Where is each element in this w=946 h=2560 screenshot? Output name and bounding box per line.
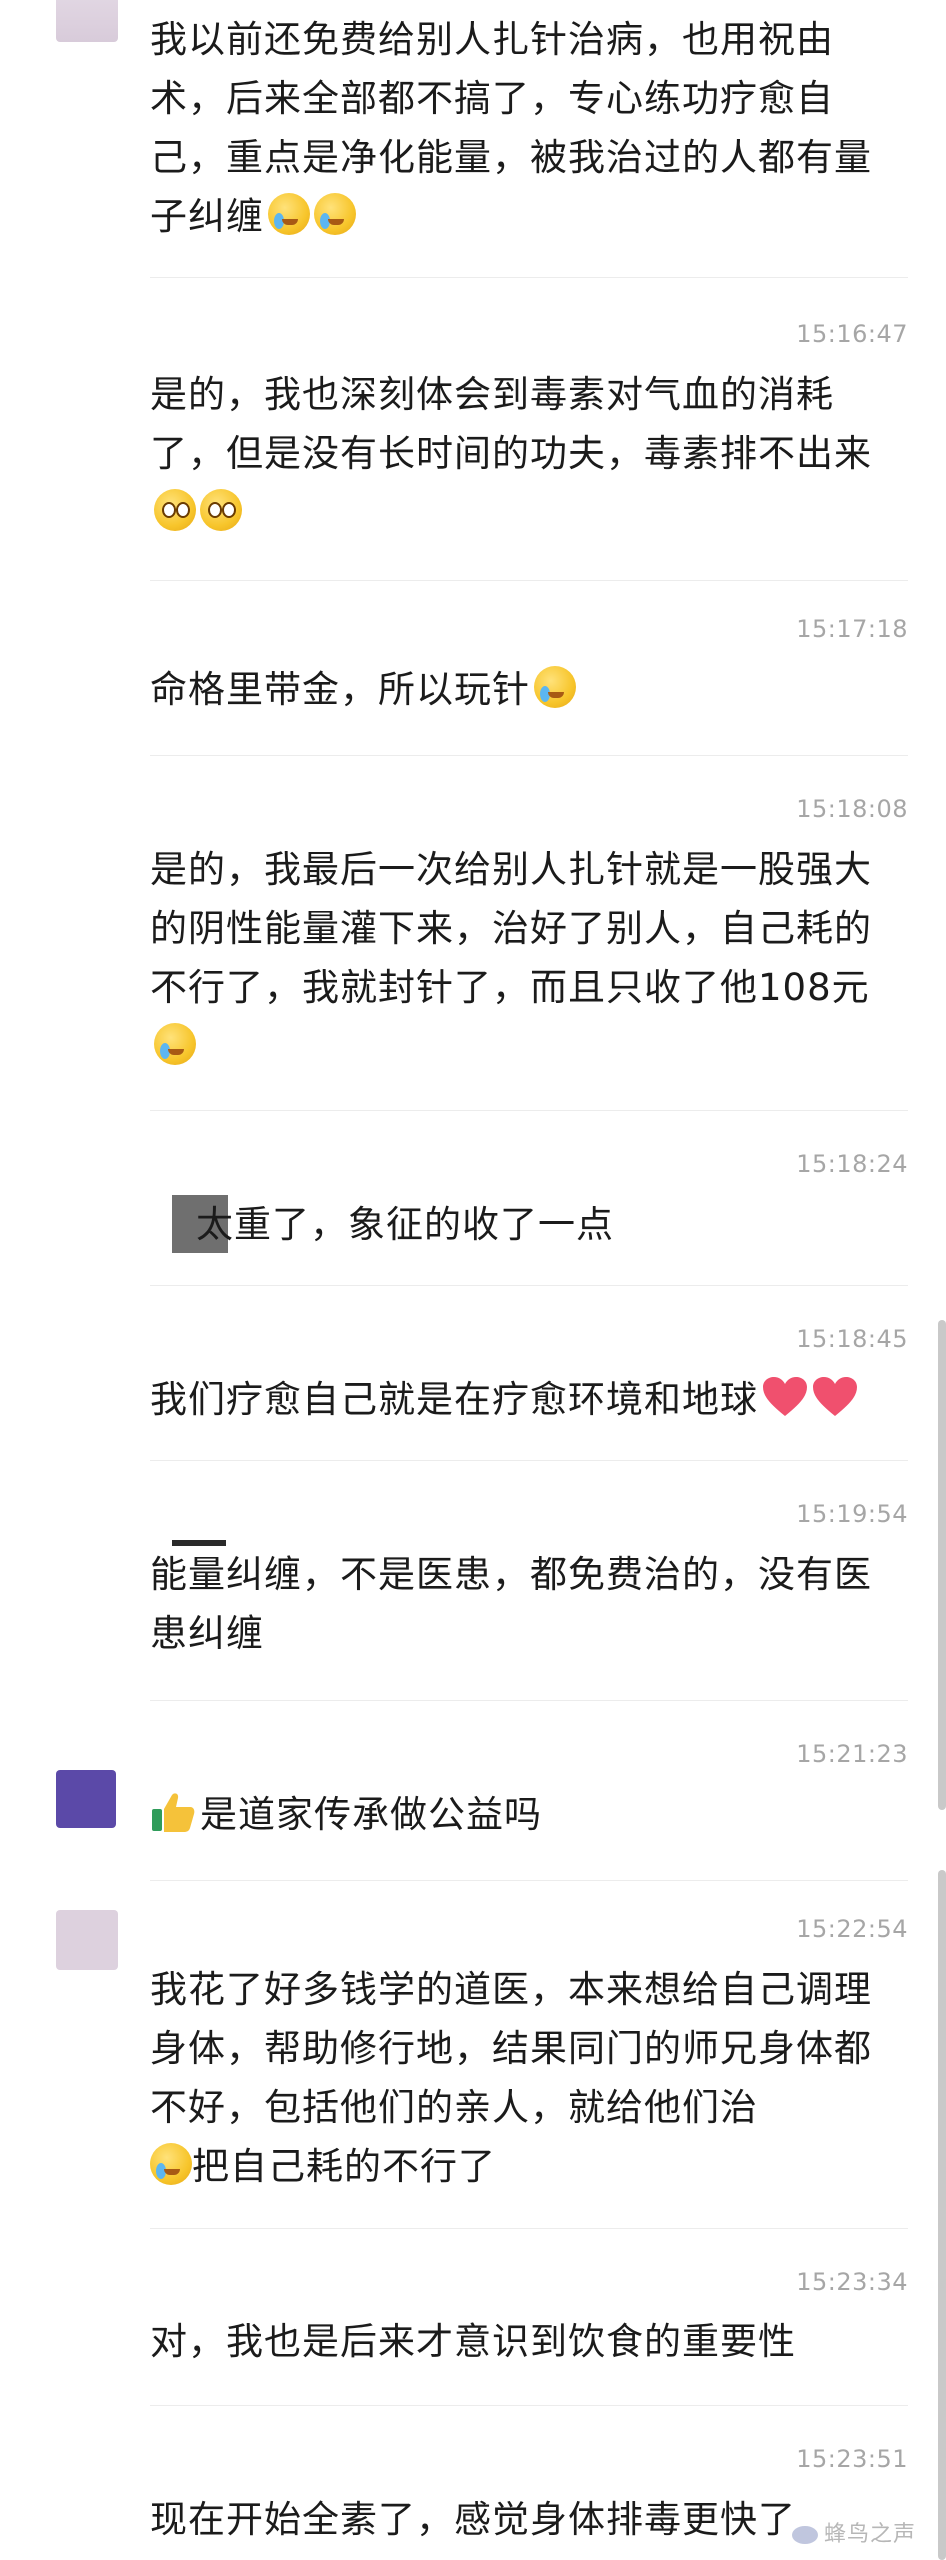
divider [150,1460,908,1461]
message-body: 命格里带金，所以玩针 [150,668,530,711]
message-body: 我以前还免费给别人扎针治病，也用祝由术，后来全部都不搞了，专心练功疗愈自己，重点… [150,18,872,238]
divider [150,2228,908,2229]
divider [150,2405,908,2406]
avatar[interactable] [56,1770,116,1828]
message-text: 是道家传承做公益吗 [150,1785,880,1844]
chat-history[interactable]: 我以前还免费给别人扎针治病，也用祝由术，后来全部都不搞了，专心练功疗愈自己，重点… [0,0,946,2560]
message-text: 对，我也是后来才意识到饮食的重要性 [150,2312,880,2371]
divider [150,1880,908,1881]
message-text: 现在开始全素了，感觉身体排毒更快了 [150,2490,880,2549]
message-text: 我们疗愈自己就是在疗愈环境和地球 [150,1370,880,1429]
loudly-crying-face-icon [314,193,356,235]
message-body: 能量纠缠，不是医患，都免费治的，没有医患纠缠 [150,1553,872,1655]
red-heart-icon [812,1376,858,1418]
message-body-continued: 把自己耗的不行了 [192,2145,496,2188]
message-body: 是的，我最后一次给别人扎针就是一股强大的阴性能量灌下来，治好了别人，自己耗的不行… [150,848,872,1009]
pleading-face-icon [154,489,196,531]
message-timestamp: 15:18:24 [796,1150,908,1178]
message-body: 是的，我也深刻体会到毒素对气血的消耗了，但是没有长时间的功夫，毒素排不出来 [150,373,872,475]
message-timestamp: 15:16:47 [796,320,908,348]
message-timestamp: 15:18:45 [796,1325,908,1353]
watermark-logo-icon [791,2526,818,2544]
message-text: 我花了好多钱学的道医，本来想给自己调理身体，帮助修行地，结果同门的师兄身体都不好… [150,1960,880,2196]
loudly-crying-face-icon [268,193,310,235]
message-body: 我们疗愈自己就是在疗愈环境和地球 [150,1378,758,1421]
divider [150,1700,908,1701]
message-text: 是的，我最后一次给别人扎针就是一股强大的阴性能量灌下来，治好了别人，自己耗的不行… [150,840,880,1076]
avatar[interactable] [56,0,118,42]
message-body: 太重了，象征的收了一点 [196,1203,614,1246]
message-text: 是的，我也深刻体会到毒素对气血的消耗了，但是没有长时间的功夫，毒素排不出来 [150,365,880,542]
loudly-crying-face-icon [150,2143,192,2185]
message-timestamp: 15:18:08 [796,795,908,823]
thumbs-up-icon [150,1791,196,1833]
scrollbar[interactable] [938,1870,946,2560]
scrollbar[interactable] [938,1320,946,1810]
message-body: 现在开始全素了，感觉身体排毒更快了 [150,2498,796,2541]
message-timestamp: 15:22:54 [796,1915,908,1943]
message-text: 我以前还免费给别人扎针治病，也用祝由术，后来全部都不搞了，专心练功疗愈自己，重点… [150,10,880,246]
watermark: 蜂鸟之声 [791,2516,916,2548]
message-timestamp: 15:17:18 [796,615,908,643]
message-text: 能量纠缠，不是医患，都免费治的，没有医患纠缠 [150,1545,880,1663]
divider [150,1110,908,1111]
divider [150,755,908,756]
message-text: 太重了，象征的收了一点 [196,1195,926,1254]
message-timestamp: 15:23:34 [796,2268,908,2296]
divider [150,580,908,581]
red-heart-icon [762,1376,808,1418]
pleading-face-icon [200,489,242,531]
message-timestamp: 15:19:54 [796,1500,908,1528]
loudly-crying-face-icon [534,666,576,708]
message-body: 我花了好多钱学的道医，本来想给自己调理身体，帮助修行地，结果同门的师兄身体都不好… [150,1968,872,2129]
message-text: 命格里带金，所以玩针 [150,660,880,719]
loudly-crying-face-icon [154,1023,196,1065]
watermark-text: 蜂鸟之声 [823,2522,916,2547]
message-body: 对，我也是后来才意识到饮食的重要性 [150,2320,796,2363]
message-timestamp: 15:23:51 [796,2445,908,2473]
message-timestamp: 15:21:23 [796,1740,908,1768]
divider [150,1285,908,1286]
avatar[interactable] [56,1910,118,1970]
divider [150,277,908,278]
message-body: 是道家传承做公益吗 [200,1793,542,1836]
